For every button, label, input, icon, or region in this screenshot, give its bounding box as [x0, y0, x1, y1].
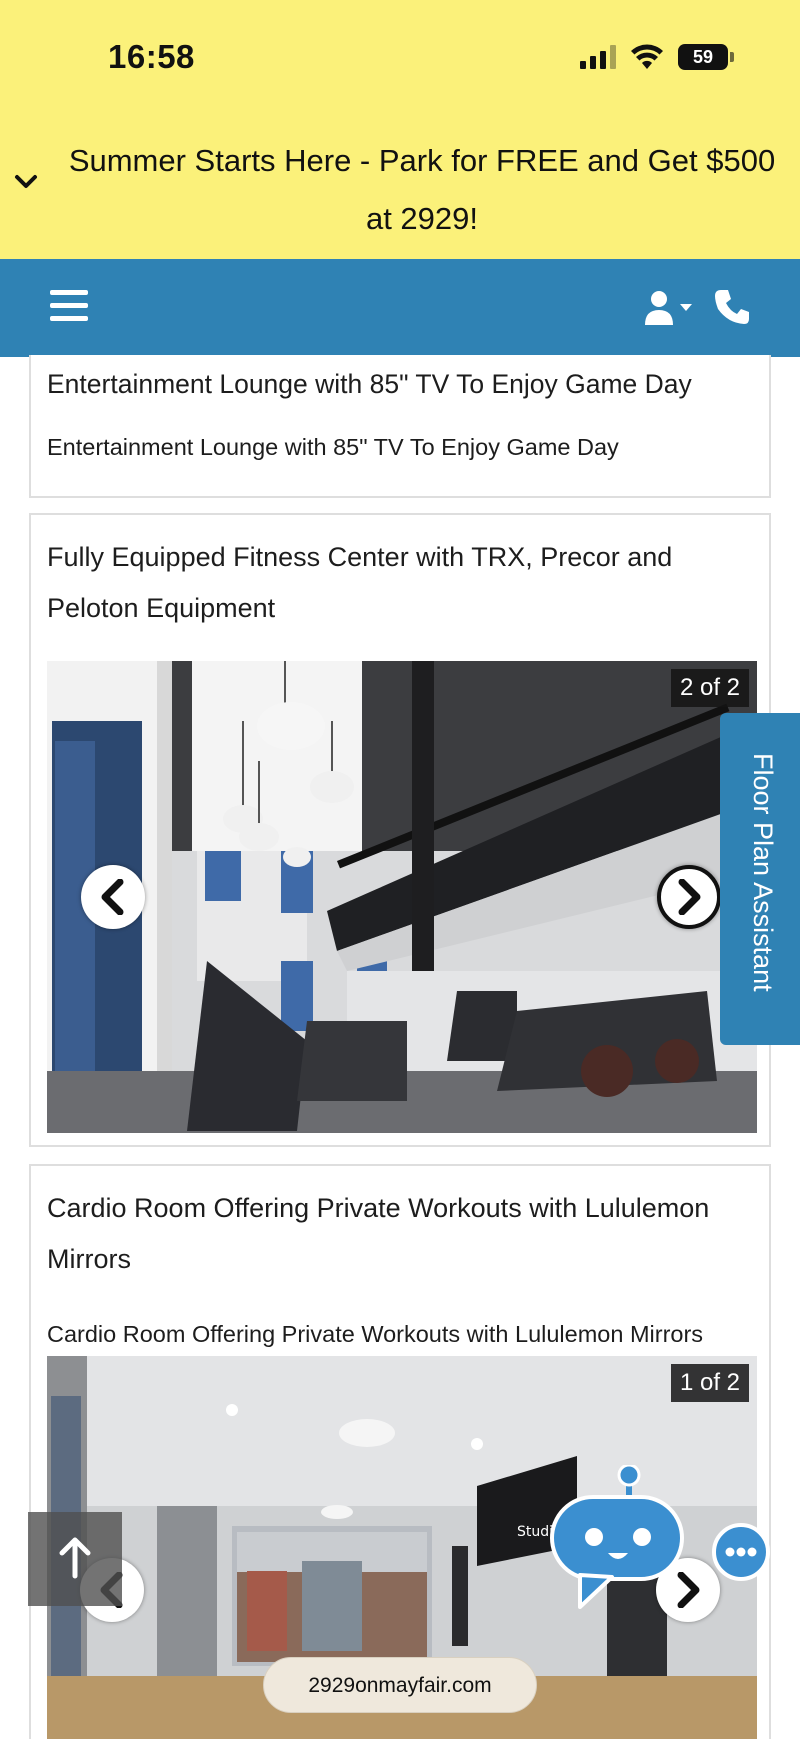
amenity-description: Entertainment Lounge with 85" TV To Enjo… — [47, 434, 619, 460]
scroll-to-top-button[interactable] — [28, 1512, 122, 1606]
status-icons: 59 — [580, 44, 734, 70]
amenity-card-fitness: Fully Equipped Fitness Center with TRX, … — [29, 513, 771, 1147]
status-time: 16:58 — [108, 38, 195, 75]
arrow-up-icon — [59, 1537, 91, 1579]
amenity-title: Entertainment Lounge with 85" TV To Enjo… — [47, 369, 692, 399]
gym-image — [47, 661, 757, 1133]
amenity-description: Cardio Room Offering Private Workouts wi… — [47, 1321, 704, 1347]
user-icon[interactable] — [644, 289, 698, 329]
amenity-title: Cardio Room Offering Private Workouts wi… — [47, 1193, 710, 1274]
more-dots-icon[interactable] — [712, 1523, 770, 1581]
battery-icon: 59 — [678, 44, 734, 70]
floor-plan-assistant-tab[interactable]: Floor Plan Assistant — [720, 713, 800, 1045]
amenity-card-cardio: Cardio Room Offering Private Workouts wi… — [29, 1164, 771, 1739]
arrow-left-icon — [101, 879, 124, 915]
site-header — [0, 259, 800, 357]
wifi-icon — [631, 44, 663, 69]
photo-counter: 2 of 2 — [670, 669, 749, 707]
promo-banner[interactable]: 16:58 59 Summer Starts Here - Park for F… — [0, 0, 800, 259]
fitness-center-photo: 2 of 2 — [47, 661, 757, 1133]
next-photo-button[interactable] — [657, 865, 721, 929]
arrow-right-icon — [678, 879, 701, 915]
promo-text[interactable]: Summer Starts Here - Park for FREE and G… — [52, 132, 792, 248]
amenity-title: Fully Equipped Fitness Center with TRX, … — [47, 542, 673, 623]
chatbot-icon[interactable] — [546, 1465, 686, 1615]
previous-photo-button[interactable] — [81, 865, 145, 929]
amenity-card-lounge: Entertainment Lounge with 85" TV To Enjo… — [29, 355, 771, 498]
chevron-down-icon[interactable] — [14, 172, 38, 192]
cellular-signal-icon — [580, 45, 616, 69]
phone-icon[interactable] — [712, 287, 752, 327]
battery-level: 59 — [692, 46, 714, 67]
menu-icon[interactable] — [50, 290, 88, 326]
browser-url-bar[interactable]: 2929onmayfair.com — [263, 1657, 537, 1713]
floor-plan-assistant-label: Floor Plan Assistant — [748, 753, 778, 992]
photo-counter: 1 of 2 — [670, 1364, 749, 1402]
